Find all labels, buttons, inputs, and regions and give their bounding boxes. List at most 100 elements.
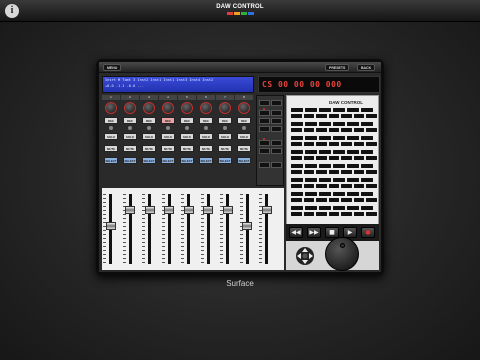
channel-right-button[interactable]	[271, 148, 282, 154]
send-button[interactable]	[271, 110, 282, 116]
channel-fader[interactable]	[105, 221, 116, 230]
rec-button[interactable]: REC	[123, 117, 137, 124]
solo-button[interactable]: SOLO	[123, 133, 137, 140]
solo-button[interactable]: SOLO	[218, 133, 232, 140]
rec-button[interactable]: REC	[104, 117, 118, 124]
info-icon[interactable]: i	[5, 4, 19, 18]
function-key[interactable]	[319, 150, 331, 154]
select-button[interactable]: SELECT	[237, 157, 251, 164]
function-key[interactable]	[366, 198, 377, 202]
function-key[interactable]	[366, 156, 377, 160]
function-key[interactable]	[316, 212, 327, 216]
assign-button[interactable]	[259, 100, 270, 106]
function-key[interactable]	[328, 128, 339, 132]
channel-fader[interactable]	[203, 206, 213, 215]
function-key[interactable]	[341, 170, 352, 174]
function-key[interactable]	[361, 164, 373, 168]
function-key[interactable]	[303, 170, 314, 174]
function-key[interactable]	[328, 198, 339, 202]
master-fader[interactable]	[261, 206, 272, 215]
bank-right-button[interactable]	[271, 140, 282, 146]
flip-button[interactable]	[259, 162, 270, 168]
function-key[interactable]	[333, 136, 345, 140]
function-key[interactable]	[316, 114, 327, 118]
function-key[interactable]	[333, 122, 345, 126]
function-key[interactable]	[341, 114, 352, 118]
function-key[interactable]	[305, 192, 317, 196]
function-key[interactable]	[305, 178, 317, 182]
function-key[interactable]	[316, 142, 327, 146]
jog-wheel[interactable]	[325, 237, 359, 271]
select-button[interactable]: SELECT	[161, 157, 175, 164]
channel-fader[interactable]	[144, 206, 155, 215]
function-key[interactable]	[305, 136, 317, 140]
function-key[interactable]	[366, 128, 377, 132]
function-key[interactable]	[361, 122, 373, 126]
function-key[interactable]	[347, 192, 359, 196]
channel-left-button[interactable]	[259, 148, 270, 154]
select-button[interactable]: SELECT	[104, 157, 118, 164]
select-button[interactable]: SELECT	[180, 157, 194, 164]
function-key[interactable]	[328, 114, 339, 118]
track-button[interactable]	[259, 110, 270, 116]
function-key[interactable]	[291, 212, 302, 216]
mute-button[interactable]: MUTE	[123, 145, 137, 152]
function-key[interactable]	[341, 128, 352, 132]
stop-button[interactable]: ■	[325, 227, 339, 238]
pan-knob[interactable]	[238, 102, 250, 114]
plugin-button[interactable]	[271, 118, 282, 124]
function-key[interactable]	[328, 212, 339, 216]
function-key[interactable]	[333, 164, 345, 168]
mute-button[interactable]: MUTE	[180, 145, 194, 152]
back-button[interactable]: BACK	[357, 64, 376, 71]
select-button[interactable]: SELECT	[123, 157, 137, 164]
function-key[interactable]	[316, 156, 327, 160]
function-key[interactable]	[316, 198, 327, 202]
function-key[interactable]	[319, 164, 331, 168]
function-key[interactable]	[291, 108, 303, 112]
function-key[interactable]	[316, 170, 327, 174]
function-key[interactable]	[361, 192, 373, 196]
function-key[interactable]	[333, 206, 345, 210]
rec-button[interactable]: REC	[142, 117, 156, 124]
function-key[interactable]	[333, 178, 345, 182]
function-key[interactable]	[319, 122, 331, 126]
pan-knob[interactable]	[143, 102, 155, 114]
function-key[interactable]	[291, 192, 303, 196]
function-key[interactable]	[291, 170, 302, 174]
pan-button[interactable]	[259, 118, 270, 124]
mute-button[interactable]: MUTE	[237, 145, 251, 152]
function-key[interactable]	[347, 136, 359, 140]
function-key[interactable]	[333, 192, 345, 196]
solo-button[interactable]: SOLO	[104, 133, 118, 140]
solo-button[interactable]: SOLO	[237, 133, 251, 140]
direction-pad-icon[interactable]	[295, 246, 315, 266]
pan-knob[interactable]	[219, 102, 231, 114]
function-key[interactable]	[319, 136, 331, 140]
function-key[interactable]	[353, 114, 364, 118]
function-key[interactable]	[353, 156, 364, 160]
function-key[interactable]	[319, 206, 331, 210]
select-button[interactable]: SELECT	[199, 157, 213, 164]
mute-button[interactable]: MUTE	[161, 145, 175, 152]
presets-button[interactable]: PRESETS	[325, 64, 350, 71]
channel-fader[interactable]	[125, 206, 135, 215]
function-key[interactable]	[347, 164, 359, 168]
function-key[interactable]	[333, 108, 345, 112]
function-key[interactable]	[361, 136, 373, 140]
function-key[interactable]	[291, 178, 303, 182]
function-key[interactable]	[366, 170, 377, 174]
function-key[interactable]	[291, 156, 302, 160]
function-key[interactable]	[319, 108, 331, 112]
function-key[interactable]	[353, 198, 364, 202]
function-key[interactable]	[291, 184, 302, 188]
function-key[interactable]	[291, 206, 303, 210]
function-key[interactable]	[341, 156, 352, 160]
global-button[interactable]	[271, 162, 282, 168]
solo-button[interactable]: SOLO	[199, 133, 213, 140]
channel-fader[interactable]	[183, 206, 194, 215]
function-key[interactable]	[347, 108, 359, 112]
function-key[interactable]	[316, 128, 327, 132]
function-key[interactable]	[291, 142, 302, 146]
function-key[interactable]	[303, 212, 314, 216]
